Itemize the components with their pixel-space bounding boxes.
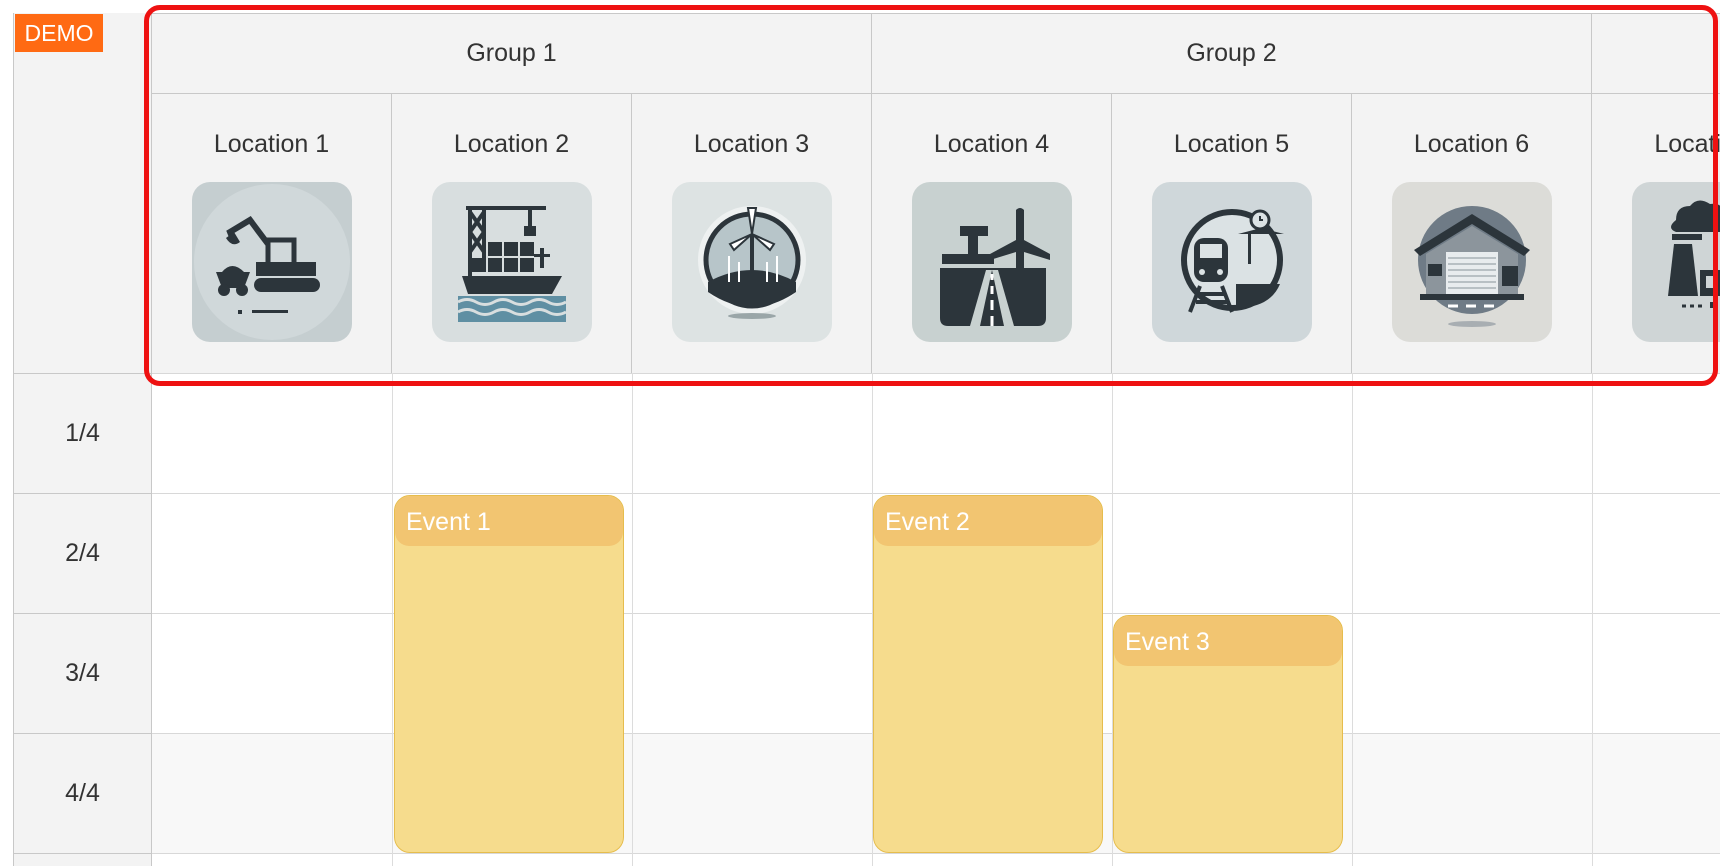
- event-2[interactable]: Event 2: [873, 495, 1103, 853]
- row-header-5: [13, 853, 152, 866]
- location-label: Location 2: [453, 130, 570, 158]
- event-title: Event 2: [874, 496, 1102, 546]
- location-header-6[interactable]: Location 6: [1352, 94, 1592, 374]
- wind-farm-icon: [672, 182, 832, 342]
- factory-icon: [1632, 182, 1720, 342]
- group-label: Group 1: [466, 39, 557, 67]
- row-cells-5[interactable]: [152, 853, 1720, 866]
- location-label: Location 1: [213, 130, 330, 158]
- warehouse-icon: [1392, 182, 1552, 342]
- row-label: 2/4: [65, 539, 100, 567]
- scheduler-grid: Group 1 Group 2 Location 1 Location 2 Lo…: [0, 0, 1720, 866]
- row-header-1: 1/4: [13, 373, 152, 493]
- cargo-ship-icon: [432, 182, 592, 342]
- location-header-2[interactable]: Location 2: [392, 94, 632, 374]
- event-3[interactable]: Event 3: [1113, 615, 1343, 853]
- event-title: Event 3: [1114, 616, 1342, 666]
- event-title: Event 1: [395, 496, 623, 546]
- location-header-5[interactable]: Location 5: [1112, 94, 1352, 374]
- location-label: Location 3: [693, 130, 810, 158]
- location-label: Location 5: [1173, 130, 1290, 158]
- row-cells-1[interactable]: [152, 373, 1720, 493]
- resource-header: Group 1 Group 2 Location 1 Location 2 Lo…: [152, 13, 1720, 374]
- location-header-1[interactable]: Location 1: [152, 94, 392, 374]
- row-label: 4/4: [65, 779, 100, 807]
- corner-cell: [13, 13, 152, 373]
- column-divider: [632, 373, 633, 866]
- row-header-2: 2/4: [13, 493, 152, 613]
- row-label: 3/4: [65, 659, 100, 687]
- column-divider: [392, 373, 393, 866]
- train-station-icon: [1152, 182, 1312, 342]
- location-label: Location 4: [933, 130, 1050, 158]
- location-header-3[interactable]: Location 3: [632, 94, 872, 374]
- excavator-icon: [192, 182, 352, 342]
- location-header-4[interactable]: Location 4: [872, 94, 1112, 374]
- group-header-3[interactable]: [1592, 14, 1720, 94]
- event-1[interactable]: Event 1: [394, 495, 624, 853]
- group-header-2[interactable]: Group 2: [872, 14, 1592, 94]
- column-divider: [1352, 373, 1353, 866]
- group-label: Group 2: [1186, 39, 1277, 67]
- location-label: Location 6: [1413, 130, 1530, 158]
- row-header-4: 4/4: [13, 733, 152, 853]
- row-label: 1/4: [65, 419, 100, 447]
- airport-icon: [912, 182, 1072, 342]
- column-divider: [1592, 373, 1593, 866]
- row-header-3: 3/4: [13, 613, 152, 733]
- location-header-7[interactable]: Location 7: [1592, 94, 1720, 374]
- group-header-1[interactable]: Group 1: [152, 14, 872, 94]
- demo-badge: DEMO: [15, 14, 103, 52]
- location-label: Location 7: [1654, 130, 1720, 158]
